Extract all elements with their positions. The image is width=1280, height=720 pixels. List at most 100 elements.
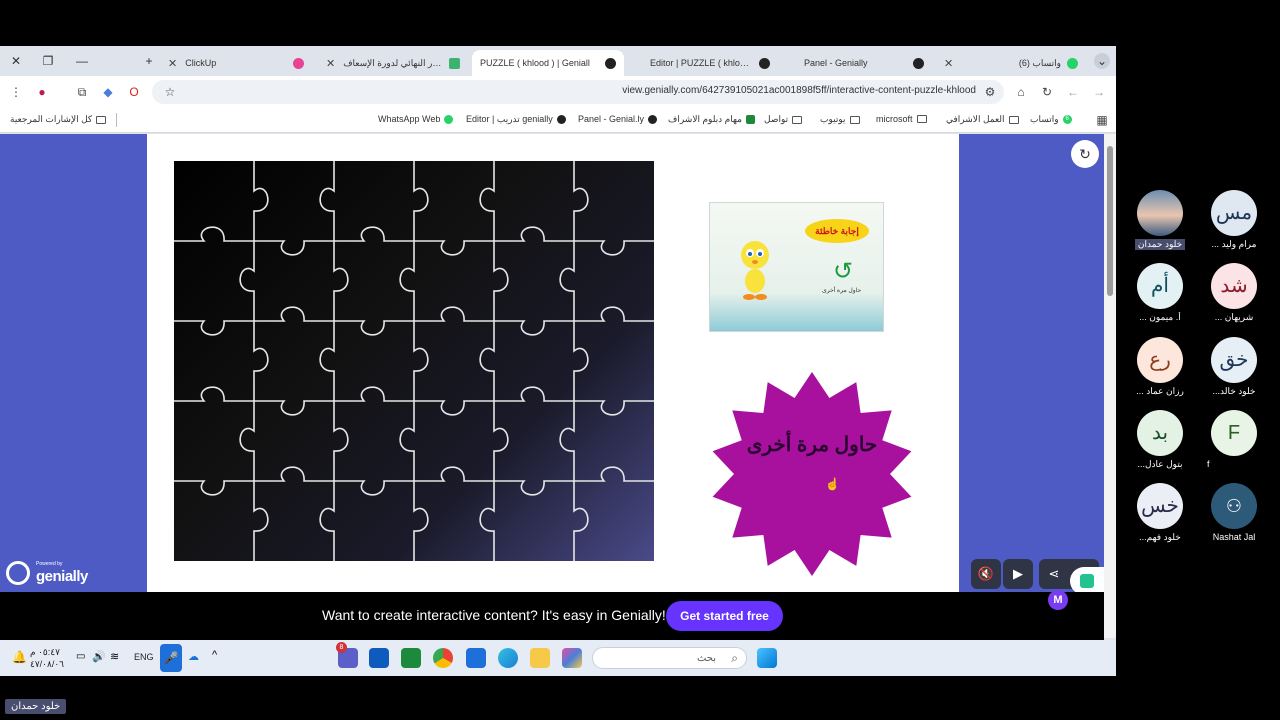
profile-icon[interactable]: ● <box>34 84 50 100</box>
battery-icon[interactable]: ▭ <box>76 651 85 662</box>
menu-dots-icon[interactable]: ⋮ <box>8 84 24 100</box>
close-icon[interactable]: ✕ <box>944 57 953 70</box>
clickup-icon <box>293 57 304 69</box>
close-window-icon[interactable]: ✕ <box>8 53 24 69</box>
avatar: خق <box>1211 337 1257 383</box>
bookmark-whatsapp-web[interactable]: WhatsApp Web <box>378 114 454 124</box>
star-shape <box>712 372 912 576</box>
tab-final-exam[interactable]: ✕ الاختبار النهائي لدورة الإسعاف <box>318 50 468 76</box>
bookmark-communication[interactable]: تواصل <box>764 114 803 125</box>
apps-grid-icon[interactable]: ▦ <box>1094 112 1110 128</box>
whatsapp-badge: 6 <box>1062 115 1072 124</box>
m-extension-badge[interactable]: M <box>1048 590 1068 610</box>
notification-bell-icon[interactable]: 🔔 <box>12 650 27 664</box>
extensions-icon[interactable]: ⧉ <box>74 84 90 100</box>
bookmark-panel-genially[interactable]: Panel - Genial.ly <box>578 114 658 124</box>
genially-banner: Want to create interactive content? It's… <box>0 592 1104 640</box>
bookmark-youtube[interactable]: يوتيوب <box>820 114 860 125</box>
get-started-button[interactable]: Get started free <box>666 601 783 631</box>
share-icon[interactable]: ⋖ <box>1039 559 1069 589</box>
teams-icon[interactable]: 8 <box>336 642 358 668</box>
tab-bar: ✕ ❐ — + ✕ ClickUp ✕ الاختبار النهائي لدو… <box>0 46 1116 76</box>
person-icon: ⚇ <box>1211 483 1257 529</box>
bookmark-all[interactable]: كل الإشارات المرجعية <box>10 114 107 125</box>
microphone-icon[interactable]: 🎤 <box>160 644 182 672</box>
bookmark-whatsapp[interactable]: واتساب 6 <box>1030 114 1072 125</box>
volume-icon[interactable]: 🔊 <box>92 650 106 663</box>
taskbar-search[interactable]: بحث ⌕ <box>592 647 747 669</box>
opera-icon[interactable]: O <box>126 84 142 100</box>
avatar: رع <box>1137 337 1183 383</box>
outlook-icon[interactable] <box>369 648 389 668</box>
participant-tile[interactable]: شد ... شريهان <box>1204 263 1264 323</box>
bookmark-supervision-work[interactable]: العمل الاشرافي <box>946 114 1019 125</box>
play-icon[interactable]: ▶ <box>1003 559 1033 589</box>
whatsapp-icon <box>1067 57 1078 69</box>
wrong-answer-card: إجابة خاطئة ↺ حاول مرة أخرى <box>709 202 884 332</box>
store-icon[interactable] <box>466 648 486 668</box>
rotate-lock-icon[interactable]: ↻ <box>1071 140 1099 168</box>
puzzle-board[interactable] <box>174 161 654 561</box>
genially-viewer: إجابة خاطئة ↺ حاول مرة أخرى حاول مرة أخر… <box>0 134 1104 638</box>
bookmark-editor-training[interactable]: Editor | تدريب genially <box>466 114 566 125</box>
avatar-photo <box>1137 190 1183 236</box>
tab-search-chevron-icon[interactable]: ⌄ <box>1094 53 1110 69</box>
bookmark-star-icon[interactable]: ☆ <box>162 84 178 100</box>
excel-icon[interactable] <box>401 648 421 668</box>
whatsapp-icon <box>444 114 454 124</box>
close-icon[interactable]: ✕ <box>326 57 335 70</box>
windows-start-icon[interactable] <box>757 648 777 668</box>
participant-tile[interactable]: ⚇ Nashat Jal <box>1204 483 1264 542</box>
wifi-icon[interactable]: ≋ <box>110 650 119 663</box>
participant-tile[interactable]: خق ...خلود خالد <box>1204 337 1264 397</box>
site-settings-icon[interactable]: ⚙ <box>982 84 998 100</box>
copilot-icon[interactable] <box>562 648 582 668</box>
address-bar[interactable]: ☆ view.genially.com/642739105021ac001898… <box>152 80 1004 104</box>
tab-whatsapp[interactable]: ✕ واتساب (6) <box>936 50 1086 76</box>
plus-icon <box>449 57 460 69</box>
close-icon[interactable]: ✕ <box>168 57 177 70</box>
onedrive-icon[interactable]: ☁ <box>188 650 199 663</box>
chevron-up-icon[interactable]: ^ <box>212 649 217 661</box>
puzzle-lines <box>174 161 654 561</box>
restore-window-icon[interactable]: ❐ <box>40 53 56 69</box>
home-icon[interactable]: ⌂ <box>1013 84 1029 100</box>
participant-tile[interactable]: F f <box>1204 410 1264 469</box>
retry-arrow-icon: ↺ <box>832 258 854 285</box>
back-icon[interactable]: ← <box>1065 84 1081 100</box>
try-again-star-button[interactable]: حاول مرة أخرى <box>709 371 915 577</box>
tab-clickup[interactable]: ✕ ClickUp <box>160 50 312 76</box>
mute-icon[interactable]: 🔇 <box>971 559 1001 589</box>
tab-puzzle-active[interactable]: PUZZLE ( khlood ) | Geniall <box>472 50 624 76</box>
tab-editor-puzzle[interactable]: Editor | PUZZLE ( khlood ) <box>628 50 778 76</box>
clock[interactable]: ٠٥:٤٧ م ٤٧/٠٨/٠٦ <box>30 646 64 670</box>
chat-widget-icon[interactable] <box>1070 567 1104 595</box>
chrome-icon[interactable] <box>433 648 453 668</box>
avatar: مس <box>1211 190 1257 236</box>
banner-text: Want to create interactive content? It's… <box>322 607 666 623</box>
minimize-window-icon[interactable]: — <box>74 53 90 69</box>
slide: إجابة خاطئة ↺ حاول مرة أخرى حاول مرة أخر… <box>147 134 959 638</box>
participant-tile[interactable]: خس ...خلود فهم <box>1130 483 1190 543</box>
participant-tile[interactable]: أم ... أ. ميمون <box>1130 263 1190 323</box>
participant-tile[interactable]: بد ...بتول عادل <box>1130 410 1190 470</box>
bookmark-supervision-tasks[interactable]: مهام دبلوم الاشراف <box>668 114 755 125</box>
participant-tile-self[interactable]: خلود حمدان <box>1130 190 1190 255</box>
folder-icon <box>792 115 803 124</box>
new-tab-icon[interactable]: + <box>141 53 157 69</box>
scroll-thumb[interactable] <box>1107 146 1113 296</box>
genially-logo[interactable]: Powered by genially <box>6 558 92 586</box>
translate-icon[interactable]: ◆ <box>100 84 116 100</box>
participant-tile[interactable]: مس ... مرام وليد <box>1204 190 1264 250</box>
language-indicator[interactable]: ENG <box>134 652 154 662</box>
hand-cursor-icon: ☝ <box>825 477 840 491</box>
url-text: view.genially.com/642739105021ac001898f5… <box>622 85 976 96</box>
reload-icon[interactable]: ↻ <box>1039 84 1055 100</box>
participant-tile[interactable]: رع ... رزان عماد <box>1130 337 1190 397</box>
page-scrollbar[interactable] <box>1104 134 1116 638</box>
bookmark-microsoft[interactable]: microsoft <box>876 114 927 124</box>
forward-icon[interactable]: → <box>1091 84 1107 100</box>
edge-icon[interactable] <box>498 648 518 668</box>
tab-panel-genially[interactable]: Panel - Genially <box>782 50 932 76</box>
file-explorer-icon[interactable] <box>530 648 550 668</box>
